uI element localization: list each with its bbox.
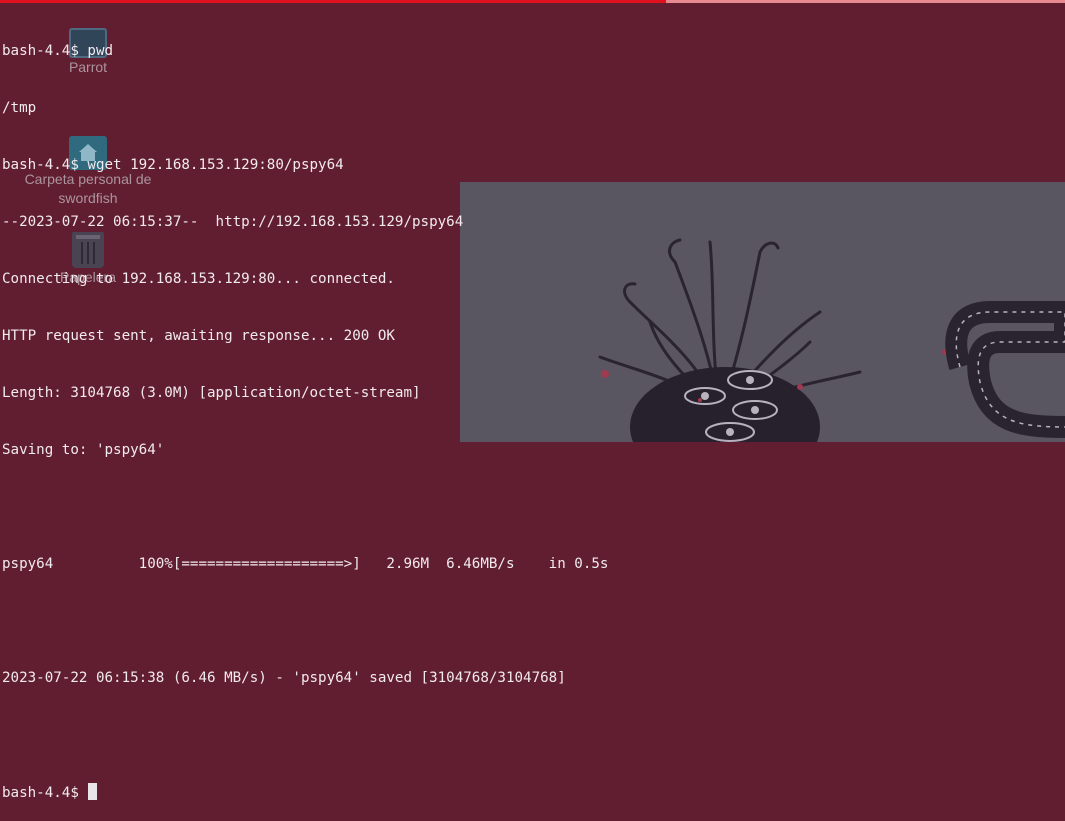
terminal-line: Connecting to 192.168.153.129:80... conn… — [2, 271, 395, 287]
terminal-line: Length: 3104768 (3.0M) [application/octe… — [2, 385, 421, 401]
terminal-line: HTTP request sent, awaiting response... … — [2, 328, 395, 344]
terminal-line: /tmp — [2, 100, 37, 116]
terminal-prompt-line[interactable]: bash-4.4$ — [2, 783, 1065, 802]
terminal-line: --2023-07-22 06:15:37-- http://192.168.1… — [2, 214, 464, 230]
terminal-line: pspy64 100%[===================>] 2.96M … — [2, 556, 609, 572]
terminal-line: Saving to: 'pspy64' — [2, 442, 165, 458]
top-accent-bar-segment — [666, 0, 1065, 3]
terminal-prompt: bash-4.4$ — [2, 785, 88, 801]
terminal-cursor — [88, 783, 98, 800]
terminal-line: bash-4.4$ wget 192.168.153.129:80/pspy64 — [2, 157, 344, 173]
terminal-line: bash-4.4$ pwd — [2, 43, 114, 59]
terminal-output[interactable]: bash-4.4$ pwd /tmp bash-4.4$ wget 192.16… — [2, 4, 1065, 821]
terminal-line: 2023-07-22 06:15:38 (6.46 MB/s) - 'pspy6… — [2, 670, 566, 686]
